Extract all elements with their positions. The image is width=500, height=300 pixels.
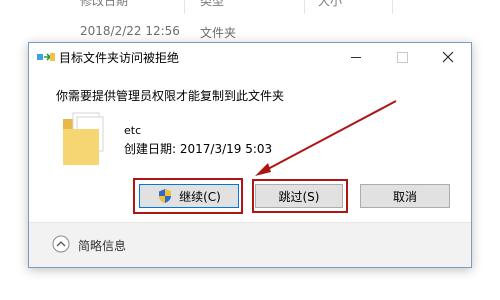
- cancel-button-label: 取消: [392, 189, 417, 204]
- maximize-button[interactable]: [379, 43, 425, 71]
- explorer-column-headers: 修改日期 类型 大小: [0, 0, 500, 22]
- maximize-icon: [396, 51, 408, 63]
- highlight-box-continue: [133, 178, 243, 214]
- fewer-details-link[interactable]: 简略信息: [78, 237, 126, 254]
- file-type: 文件夹: [200, 26, 237, 40]
- move-copy-icon: [37, 53, 55, 61]
- column-header-type[interactable]: 类型: [200, 0, 224, 9]
- column-header-size[interactable]: 大小: [318, 0, 342, 9]
- close-button[interactable]: [425, 43, 471, 71]
- highlight-box-skip: [252, 179, 348, 213]
- column-header-modified[interactable]: 修改日期: [80, 0, 128, 9]
- file-modified-date: 2018/2/22 12:56: [80, 24, 180, 38]
- access-denied-dialog: 目标文件夹访问被拒绝 你需要提供管理员权限才能复制到此文件夹 etc 创建日期:…: [28, 42, 472, 268]
- dialog-message: 你需要提供管理员权限才能复制到此文件夹: [56, 89, 285, 103]
- close-icon: [442, 51, 454, 63]
- column-divider[interactable]: [304, 0, 305, 14]
- dialog-title: 目标文件夹访问被拒绝: [59, 51, 180, 65]
- folder-icon: [63, 112, 104, 165]
- chevron-up-circle-icon[interactable]: [52, 235, 70, 253]
- minimize-icon: [351, 56, 361, 58]
- folder-name: etc: [124, 124, 142, 137]
- explorer-file-row[interactable]: 2018/2/22 12:56 文件夹: [0, 24, 500, 42]
- minimize-button[interactable]: [333, 43, 379, 71]
- folder-created-date: 创建日期: 2017/3/19 5:03: [124, 142, 273, 156]
- dialog-footer: 简略信息: [29, 223, 471, 267]
- column-divider[interactable]: [392, 0, 393, 14]
- column-divider[interactable]: [184, 0, 185, 14]
- dialog-titlebar[interactable]: 目标文件夹访问被拒绝: [29, 43, 471, 71]
- cancel-button[interactable]: 取消: [360, 184, 450, 208]
